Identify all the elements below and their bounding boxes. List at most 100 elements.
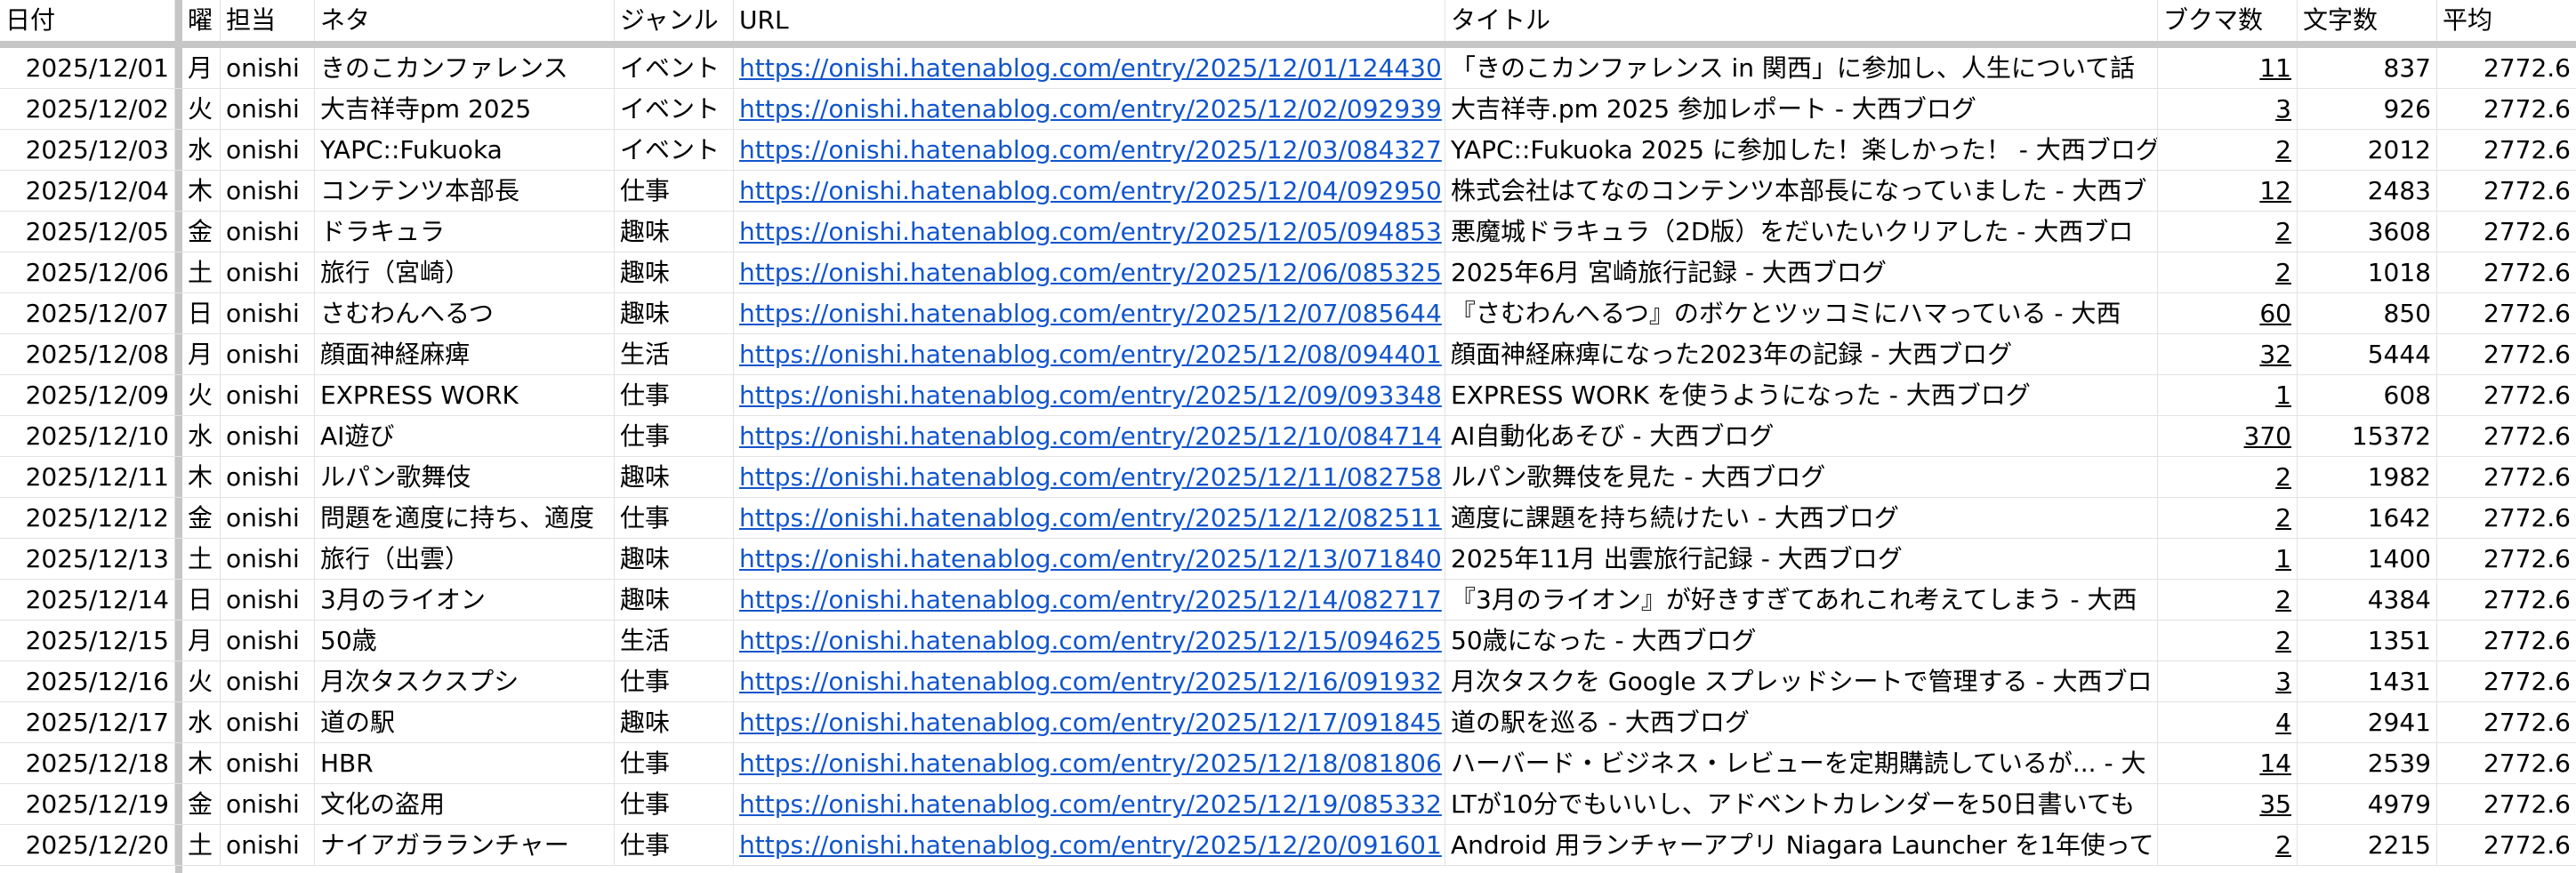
header-avg[interactable]: 平均 — [2437, 0, 2576, 41]
header-genre[interactable]: ジャンル — [615, 0, 734, 41]
cell-avg[interactable]: 2772.6 — [2437, 171, 2576, 211]
cell-url-link[interactable]: https://onishi.hatenablog.com/entry/2025… — [734, 89, 1445, 129]
bookmark-count-link[interactable]: 12 — [2259, 176, 2291, 205]
cell-day[interactable]: 月 — [182, 621, 221, 661]
cell-title[interactable]: EXPRESS WORK を使うようになった - 大西ブログ — [1445, 375, 2158, 415]
header-url[interactable]: URL — [734, 0, 1445, 41]
cell-topic[interactable]: AI遊び — [315, 416, 615, 456]
cell-topic[interactable]: きのこカンファレンス — [315, 48, 615, 88]
cell-title[interactable]: 適度に課題を持ち続けたい - 大西ブログ — [1445, 498, 2158, 538]
bookmark-count-link[interactable]: 1 — [2275, 544, 2291, 573]
cell-avg[interactable]: 2772.6 — [2437, 457, 2576, 497]
cell-day[interactable]: 月 — [182, 334, 221, 374]
cell-bookmarks[interactable]: 2 — [2158, 130, 2298, 170]
cell-chars[interactable]: 926 — [2298, 89, 2437, 129]
table-row[interactable]: 2025/12/07 日 onishi さむわんへるつ 趣味 https://onishi… — [0, 293, 2576, 334]
cell-bookmarks[interactable]: 12 — [2158, 171, 2298, 211]
cell-day[interactable]: 木 — [182, 171, 221, 211]
cell-chars[interactable]: 1018 — [2298, 252, 2437, 292]
header-owner[interactable]: 担当 — [221, 0, 315, 41]
cell-owner[interactable]: onishi — [221, 743, 315, 783]
table-row[interactable]: 2025/12/02 火 onishi 大吉祥寺pm 2025 イベント https://… — [0, 89, 2576, 130]
table-row[interactable]: 2025/12/15 月 onishi 50歳 生活 https://onishi.hat… — [0, 621, 2576, 661]
cell-chars[interactable]: 4384 — [2298, 580, 2437, 620]
cell-title[interactable]: 悪魔城ドラキュラ（2D版）をだいたいクリアした - 大西ブロ — [1445, 212, 2158, 252]
table-row[interactable]: 2025/12/19 金 onishi 文化の盗用 仕事 https://onishi.h… — [0, 784, 2576, 825]
bookmark-count-link[interactable]: 3 — [2275, 667, 2291, 696]
cell-title[interactable]: 『3月のライオン』が好きすぎてあれこれ考えてしまう - 大西 — [1445, 580, 2158, 620]
cell-topic[interactable]: ドラキュラ — [315, 212, 615, 252]
cell-bookmarks[interactable]: 2 — [2158, 580, 2298, 620]
cell-date[interactable]: 2025/12/16 — [0, 661, 175, 701]
cell-bookmarks[interactable]: 32 — [2158, 334, 2298, 374]
cell-url-link[interactable]: https://onishi.hatenablog.com/entry/2025… — [734, 784, 1445, 824]
cell-day[interactable]: 土 — [182, 252, 221, 292]
cell-title[interactable]: 『さむわんへるつ』のボケとツッコミにハマっている - 大西 — [1445, 293, 2158, 333]
cell-date[interactable]: 2025/12/07 — [0, 293, 175, 333]
table-row[interactable]: 2025/12/03 水 onishi YAPC::Fukuoka イベント https:… — [0, 130, 2576, 171]
cell-bookmarks[interactable]: 2 — [2158, 825, 2298, 865]
cell-date[interactable]: 2025/12/09 — [0, 375, 175, 415]
cell-title[interactable]: 2025年6月 宮崎旅行記録 - 大西ブログ — [1445, 252, 2158, 292]
bookmark-count-link[interactable]: 2 — [2275, 258, 2291, 287]
cell-day[interactable]: 木 — [182, 457, 221, 497]
header-day[interactable]: 曜 — [182, 0, 221, 41]
cell-day[interactable]: 水 — [182, 702, 221, 742]
table-row[interactable]: 2025/12/12 金 onishi 問題を適度に持ち、適度 仕事 https://on… — [0, 498, 2576, 539]
cell-topic[interactable]: 月次タスクスプシ — [315, 661, 615, 701]
cell-title[interactable]: ハーバード・ビジネス・レビューを定期購読しているが... - 大 — [1445, 743, 2158, 783]
cell-avg[interactable]: 2772.6 — [2437, 743, 2576, 783]
bookmark-count-link[interactable]: 11 — [2259, 53, 2291, 83]
cell-topic[interactable]: YAPC::Fukuoka — [315, 130, 615, 170]
cell-bookmarks[interactable]: 3 — [2158, 661, 2298, 701]
cell-date[interactable]: 2025/12/01 — [0, 48, 175, 88]
cell-topic[interactable]: 旅行（宮崎） — [315, 252, 615, 292]
cell-genre[interactable]: 趣味 — [615, 293, 734, 333]
table-row[interactable]: 2025/12/08 月 onishi 顔面神経麻痺 生活 https://onishi.… — [0, 334, 2576, 375]
cell-chars[interactable]: 2539 — [2298, 743, 2437, 783]
table-row[interactable]: 2025/12/04 木 onishi コンテンツ本部長 仕事 https://onish… — [0, 171, 2576, 212]
cell-owner[interactable]: onishi — [221, 89, 315, 129]
cell-url-link[interactable]: https://onishi.hatenablog.com/entry/2025… — [734, 661, 1445, 701]
cell-day[interactable]: 日 — [182, 580, 221, 620]
cell-chars[interactable]: 1982 — [2298, 457, 2437, 497]
cell-day[interactable]: 水 — [182, 416, 221, 456]
cell-title[interactable]: ルパン歌舞伎を見た - 大西ブログ — [1445, 457, 2158, 497]
cell-title[interactable]: 道の駅を巡る - 大西ブログ — [1445, 702, 2158, 742]
cell-url-link[interactable]: https://onishi.hatenablog.com/entry/2025… — [734, 825, 1445, 865]
cell-bookmarks[interactable]: 2 — [2158, 498, 2298, 538]
cell-bookmarks[interactable]: 2 — [2158, 621, 2298, 661]
cell-date[interactable]: 2025/12/18 — [0, 743, 175, 783]
cell-bookmarks[interactable]: 2 — [2158, 212, 2298, 252]
table-row[interactable]: 2025/12/13 土 onishi 旅行（出雲） 趣味 https://onishi.… — [0, 539, 2576, 580]
cell-bookmarks[interactable]: 2 — [2158, 457, 2298, 497]
cell-url-link[interactable]: https://onishi.hatenablog.com/entry/2025… — [734, 48, 1445, 88]
cell-owner[interactable]: onishi — [221, 661, 315, 701]
cell-date[interactable]: 2025/12/03 — [0, 130, 175, 170]
cell-genre[interactable]: 趣味 — [615, 212, 734, 252]
cell-avg[interactable]: 2772.6 — [2437, 252, 2576, 292]
cell-genre[interactable]: 仕事 — [615, 171, 734, 211]
frozen-row-divider[interactable] — [0, 41, 2576, 48]
cell-owner[interactable]: onishi — [221, 457, 315, 497]
cell-owner[interactable]: onishi — [221, 702, 315, 742]
cell-genre[interactable]: 趣味 — [615, 702, 734, 742]
cell-genre[interactable]: 趣味 — [615, 539, 734, 579]
table-row[interactable]: 2025/12/14 日 onishi 3月のライオン 趣味 https://onishi… — [0, 580, 2576, 621]
cell-day[interactable]: 火 — [182, 89, 221, 129]
cell-topic[interactable]: 50歳 — [315, 621, 615, 661]
cell-chars[interactable]: 850 — [2298, 293, 2437, 333]
cell-day[interactable]: 月 — [182, 48, 221, 88]
cell-genre[interactable]: 仕事 — [615, 825, 734, 865]
cell-chars[interactable]: 1351 — [2298, 621, 2437, 661]
bookmark-count-link[interactable]: 2 — [2275, 135, 2291, 164]
cell-bookmarks[interactable]: 370 — [2158, 416, 2298, 456]
cell-chars[interactable]: 2483 — [2298, 171, 2437, 211]
cell-genre[interactable]: 生活 — [615, 621, 734, 661]
cell-topic[interactable]: 文化の盗用 — [315, 784, 615, 824]
cell-owner[interactable]: onishi — [221, 375, 315, 415]
bookmark-count-link[interactable]: 1 — [2275, 380, 2291, 410]
cell-url-link[interactable]: https://onishi.hatenablog.com/entry/2025… — [734, 171, 1445, 211]
cell-avg[interactable]: 2772.6 — [2437, 48, 2576, 88]
cell-topic[interactable]: ナイアガラランチャー — [315, 825, 615, 865]
